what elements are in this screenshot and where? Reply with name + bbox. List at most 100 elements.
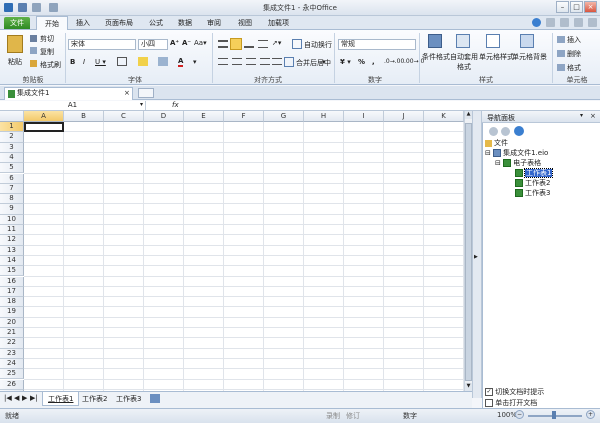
- close-button[interactable]: ×: [584, 1, 597, 13]
- underline-button[interactable]: U ▾: [95, 58, 106, 66]
- minimize-button[interactable]: –: [556, 1, 569, 13]
- scroll-down-arrow[interactable]: ▼: [465, 383, 472, 391]
- change-case-button[interactable]: Aa▾: [194, 39, 207, 47]
- maximize-button[interactable]: □: [570, 1, 583, 13]
- row-header[interactable]: 12: [0, 235, 24, 246]
- option-toggle-prompt[interactable]: ✓ 切换文档时提示: [485, 387, 544, 397]
- fill-color-icon[interactable]: [138, 57, 148, 66]
- minimize-doc-icon[interactable]: [560, 18, 569, 27]
- row-header[interactable]: 16: [0, 276, 24, 287]
- column-header[interactable]: D: [144, 111, 184, 122]
- menu-page-layout[interactable]: 页面布局: [105, 18, 133, 28]
- menu-review[interactable]: 审阅: [207, 18, 221, 28]
- column-header[interactable]: C: [104, 111, 144, 122]
- option-single-click[interactable]: 单击打开文档: [485, 398, 537, 408]
- delete-cells-button[interactable]: 删除: [567, 49, 581, 59]
- menu-home[interactable]: 开始: [36, 16, 68, 31]
- close-tab-icon[interactable]: ×: [124, 88, 130, 99]
- row-header[interactable]: 14: [0, 255, 24, 267]
- column-header[interactable]: I: [344, 111, 384, 122]
- checkbox-unchecked[interactable]: [485, 399, 493, 407]
- font-color-dropdown[interactable]: ▾: [193, 58, 197, 66]
- row-header[interactable]: 4: [0, 152, 24, 164]
- row-header[interactable]: 18: [0, 297, 24, 308]
- function-icon[interactable]: fx: [172, 101, 179, 109]
- column-header[interactable]: G: [264, 111, 304, 122]
- select-all-corner[interactable]: [0, 111, 24, 122]
- align-center-icon[interactable]: [232, 58, 242, 65]
- row-header[interactable]: 13: [0, 245, 24, 256]
- row-header[interactable]: 11: [0, 225, 24, 236]
- text-direction-icon[interactable]: [258, 40, 268, 48]
- tree-sheet-3[interactable]: 工作表3: [515, 188, 550, 198]
- column-header[interactable]: K: [424, 111, 464, 122]
- row-header[interactable]: 10: [0, 214, 24, 225]
- increase-decimal-button[interactable]: .0→.00: [384, 58, 404, 65]
- row-header[interactable]: 23: [0, 348, 24, 359]
- row-header[interactable]: 6: [0, 173, 24, 184]
- nav-panel-menu-icon[interactable]: ▾: [580, 112, 583, 119]
- font-color-button[interactable]: A: [178, 57, 184, 67]
- italic-button[interactable]: I: [83, 58, 85, 66]
- nav-back-icon[interactable]: [489, 127, 498, 136]
- format-painter-button[interactable]: 格式刷: [40, 60, 61, 70]
- formula-input[interactable]: [190, 101, 595, 110]
- zoom-level[interactable]: 100%: [497, 411, 517, 419]
- tree-workbook[interactable]: ⊟ 电子表格: [495, 158, 541, 168]
- row-header[interactable]: 7: [0, 183, 24, 195]
- align-top-icon[interactable]: [218, 40, 228, 48]
- insert-sheet-icon[interactable]: [150, 394, 160, 403]
- column-header[interactable]: H: [304, 111, 344, 122]
- active-cell-a1[interactable]: [24, 122, 64, 133]
- sheet-tab-3[interactable]: 工作表3: [116, 394, 141, 404]
- column-header[interactable]: E: [184, 111, 224, 122]
- help-icon[interactable]: [532, 18, 541, 27]
- prev-sheet-button[interactable]: ◀: [14, 394, 19, 402]
- conditional-format-button[interactable]: 条件格式: [422, 52, 450, 62]
- wrap-text-button[interactable]: 自动换行: [304, 40, 332, 50]
- row-header[interactable]: 15: [0, 266, 24, 277]
- column-header[interactable]: F: [224, 111, 264, 122]
- cell-reference-dropdown[interactable]: ▾: [140, 101, 143, 108]
- first-sheet-button[interactable]: |◀: [4, 394, 12, 402]
- row-header[interactable]: 21: [0, 328, 24, 339]
- column-header[interactable]: A: [24, 111, 64, 122]
- tree-sheet-2[interactable]: 工作表2: [515, 178, 550, 188]
- scroll-thumb[interactable]: [465, 123, 472, 381]
- font-family-select[interactable]: 宋体: [68, 39, 136, 50]
- align-left-icon[interactable]: [218, 58, 228, 65]
- menu-formulas[interactable]: 公式: [149, 18, 163, 28]
- menu-data[interactable]: 数据: [178, 18, 192, 28]
- highlight-icon[interactable]: [158, 57, 168, 66]
- row-header[interactable]: 17: [0, 286, 24, 298]
- column-header[interactable]: J: [384, 111, 424, 122]
- zoom-out-button[interactable]: −: [515, 410, 524, 419]
- increase-indent-icon[interactable]: [272, 58, 282, 65]
- cut-button[interactable]: 剪切: [40, 34, 54, 44]
- decrease-indent-icon[interactable]: [260, 58, 270, 65]
- new-document-icon[interactable]: [138, 88, 154, 98]
- orientation-dropdown[interactable]: ➚▾: [272, 39, 281, 47]
- row-header[interactable]: 5: [0, 163, 24, 174]
- format-cells-button[interactable]: 格式: [567, 63, 581, 73]
- paste-button[interactable]: 粘贴: [8, 57, 22, 67]
- restore-doc-icon[interactable]: [574, 18, 583, 27]
- row-header[interactable]: 24: [0, 358, 24, 370]
- panel-splitter[interactable]: ▶: [472, 111, 482, 398]
- cell-style-button[interactable]: 单元格样式: [479, 52, 514, 62]
- checkbox-checked[interactable]: ✓: [485, 388, 493, 396]
- zoom-slider-thumb[interactable]: [552, 411, 556, 419]
- nav-panel-close-icon[interactable]: ×: [590, 112, 596, 120]
- comma-button[interactable]: ,: [372, 58, 375, 66]
- menu-insert[interactable]: 插入: [76, 18, 90, 28]
- row-header[interactable]: 22: [0, 338, 24, 349]
- collapse-arrow-icon[interactable]: ▶: [474, 254, 478, 260]
- zoom-in-button[interactable]: +: [586, 410, 595, 419]
- nav-refresh-icon[interactable]: [514, 126, 524, 136]
- cell-reference-box[interactable]: A1: [0, 101, 146, 110]
- row-header[interactable]: 9: [0, 204, 24, 215]
- insert-cells-button[interactable]: 插入: [567, 35, 581, 45]
- copy-button[interactable]: 复制: [40, 47, 54, 57]
- row-header[interactable]: 1: [0, 122, 24, 133]
- align-middle-icon[interactable]: [230, 38, 242, 50]
